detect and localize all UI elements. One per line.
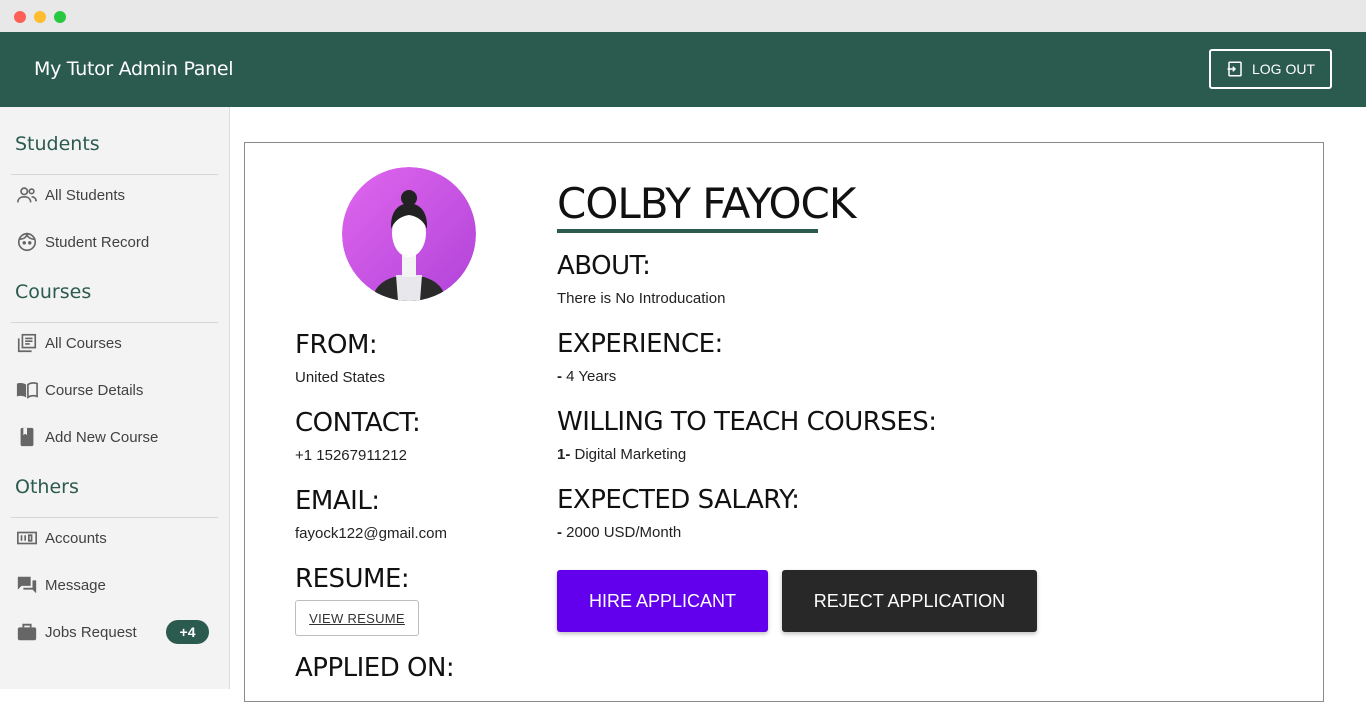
from-label: FROM: (295, 330, 378, 360)
contact-value: +1 15267911212 (295, 447, 407, 464)
sidebar-section-others: Others (15, 476, 79, 498)
library-books-icon (16, 332, 38, 354)
sidebar-item-label: Course Details (45, 381, 144, 399)
open-book-icon (16, 379, 38, 401)
window-titlebar (0, 0, 1366, 32)
applicant-avatar (342, 167, 476, 301)
app-title: My Tutor Admin Panel (34, 58, 234, 80)
sidebar-item-label: Accounts (45, 529, 107, 547)
salary-label: EXPECTED SALARY: (557, 485, 800, 515)
sidebar-section-students: Students (15, 133, 100, 155)
sidebar: Students All Students Student Record Cou… (0, 107, 230, 689)
applied-on-label: APPLIED ON: (295, 653, 455, 683)
close-window-button[interactable] (14, 11, 26, 23)
sidebar-item-label: Jobs Request (45, 623, 137, 641)
jobs-request-count-badge: +4 (166, 620, 209, 644)
from-value: United States (295, 369, 386, 386)
contact-label: CONTACT: (295, 408, 421, 438)
name-underline (557, 229, 818, 233)
about-value: There is No Introducation (557, 290, 726, 307)
email-label: EMAIL: (295, 486, 380, 516)
courses-prefix: 1- (557, 446, 571, 463)
salary-prefix: - (557, 524, 562, 541)
about-label: ABOUT: (557, 251, 651, 281)
sidebar-item-label: Add New Course (45, 428, 159, 446)
sidebar-item-label: All Students (45, 186, 126, 204)
sidebar-item-label: Message (45, 576, 106, 594)
briefcase-icon (16, 621, 38, 643)
book-icon (16, 426, 38, 448)
salary-value: - 2000 USD/Month (557, 524, 681, 541)
courses-value: 1- Digital Marketing (557, 446, 686, 463)
courses-text: Digital Marketing (574, 446, 687, 463)
sidebar-item-label: Student Record (45, 233, 150, 251)
sidebar-item-add-new-course[interactable]: Add New Course (0, 417, 230, 457)
applicant-card: FROM: United States CONTACT: +1 15267911… (244, 142, 1324, 702)
app-header: My Tutor Admin Panel LOG OUT (0, 32, 1366, 107)
experience-text: 4 Years (566, 368, 617, 385)
view-resume-button[interactable]: VIEW RESUME (295, 600, 419, 636)
sidebar-item-student-record[interactable]: Student Record (0, 222, 230, 262)
logout-button[interactable]: LOG OUT (1209, 49, 1332, 89)
sidebar-section-courses: Courses (15, 281, 92, 303)
people-icon (16, 184, 38, 206)
resume-label: RESUME: (295, 564, 410, 594)
maximize-window-button[interactable] (54, 11, 66, 23)
logout-label: LOG OUT (1251, 61, 1315, 77)
salary-text: 2000 USD/Month (566, 524, 682, 541)
experience-value: - 4 Years (557, 368, 616, 385)
counter-icon (16, 527, 38, 549)
logout-icon (1227, 61, 1242, 77)
minimize-window-button[interactable] (34, 11, 46, 23)
sidebar-item-label: All Courses (45, 334, 122, 352)
sidebar-item-course-details[interactable]: Course Details (0, 370, 230, 410)
experience-label: EXPERIENCE: (557, 329, 723, 359)
reject-application-button[interactable]: REJECT APPLICATION (782, 570, 1037, 632)
experience-prefix: - (557, 368, 562, 385)
sidebar-item-jobs-request[interactable]: Jobs Request +4 (0, 612, 230, 652)
applicant-name: COLBY FAYOCK (557, 179, 856, 228)
avatar-icon (342, 167, 476, 301)
sidebar-item-accounts[interactable]: Accounts (0, 518, 230, 558)
sidebar-item-message[interactable]: Message (0, 565, 230, 605)
face-icon (16, 231, 38, 253)
hire-applicant-button[interactable]: HIRE APPLICANT (557, 570, 768, 632)
courses-label: WILLING TO TEACH COURSES: (557, 407, 937, 437)
email-value: fayock122@gmail.com (295, 525, 447, 542)
sidebar-item-all-courses[interactable]: All Courses (0, 323, 230, 363)
sidebar-item-all-students[interactable]: All Students (0, 175, 230, 215)
forum-icon (16, 574, 38, 596)
